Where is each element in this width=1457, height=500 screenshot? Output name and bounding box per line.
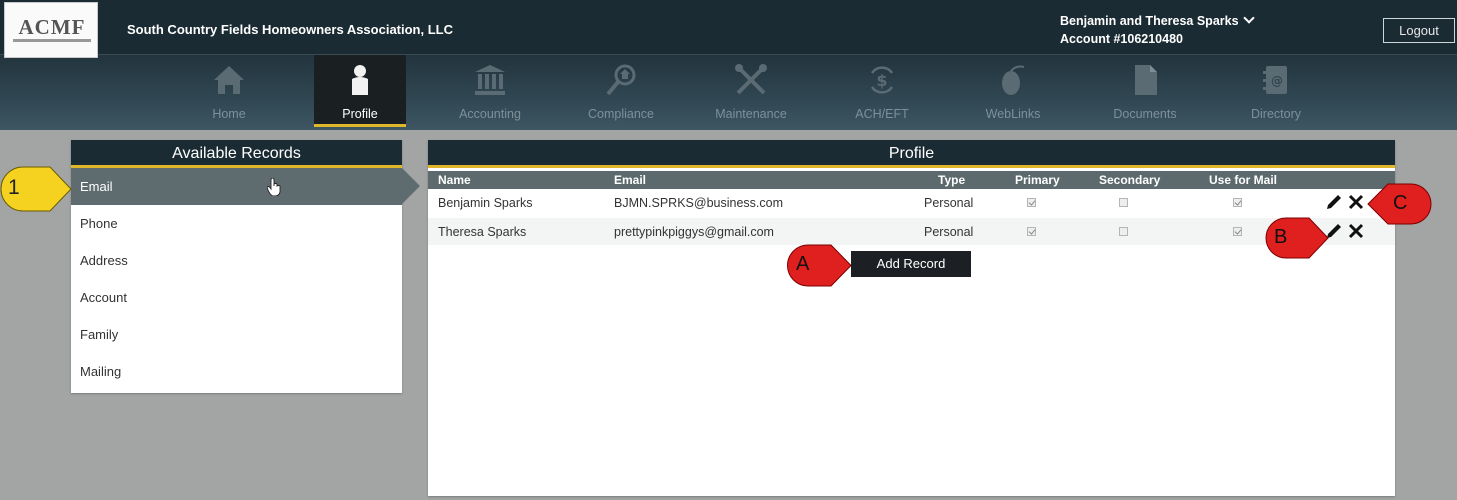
col-use-for-mail: Use for Mail	[1209, 173, 1278, 187]
secondary-checkbox[interactable]	[1119, 227, 1128, 236]
nav-weblinks[interactable]: WebLinks	[967, 55, 1059, 127]
available-records-panel: Available Records Email Phone Address Ac…	[71, 140, 420, 393]
document-icon	[1135, 65, 1157, 95]
nav-directory-label: Directory	[1250, 107, 1301, 121]
nav-profile[interactable]: Profile	[314, 55, 406, 127]
table-row: Benjamin Sparks BJMN.SPRKS@business.com …	[428, 189, 1395, 216]
record-item-label: Email	[80, 179, 113, 194]
mouse-icon	[1002, 65, 1025, 95]
callout-c-label: C	[1393, 192, 1408, 214]
main-nav: Home Profile Accounting Compliance Maint…	[0, 54, 1457, 130]
row-type: Personal	[924, 196, 974, 210]
company-logo[interactable]: ACMF	[4, 2, 98, 58]
col-name: Name	[438, 173, 471, 187]
bank-icon	[475, 65, 505, 95]
grid-header: Name Email Type Primary Secondary Use fo…	[428, 171, 1395, 189]
logout-button[interactable]: Logout	[1383, 18, 1455, 43]
col-primary: Primary	[1015, 173, 1060, 187]
primary-checkbox[interactable]	[1027, 227, 1036, 236]
address-book-icon: @	[1263, 66, 1287, 94]
dollar-cycle-icon: $	[870, 66, 894, 94]
nav-home-label: Home	[212, 107, 246, 121]
nav-ach-eft-label: ACH/EFT	[855, 107, 909, 121]
record-item-mailing[interactable]: Mailing	[71, 353, 402, 390]
callout-1-label: 1	[8, 176, 20, 199]
col-secondary: Secondary	[1099, 173, 1161, 187]
nav-documents-label: Documents	[1113, 107, 1177, 121]
nav-compliance-label: Compliance	[587, 107, 654, 121]
row-name: Theresa Sparks	[438, 225, 527, 239]
record-item-email[interactable]: Email	[71, 168, 420, 205]
nav-compliance[interactable]: Compliance	[575, 55, 667, 127]
svg-text:$: $	[876, 71, 887, 90]
nav-documents[interactable]: Documents	[1099, 55, 1191, 127]
delete-x-icon[interactable]	[1347, 222, 1365, 240]
edit-pencil-icon[interactable]	[1325, 193, 1343, 211]
logo-underline	[13, 39, 91, 42]
secondary-checkbox[interactable]	[1119, 198, 1128, 207]
table-row: Theresa Sparks prettypinkpiggys@gmail.co…	[428, 218, 1395, 245]
org-name: South Country Fields Homeowners Associat…	[127, 22, 453, 37]
nav-ach-eft[interactable]: $ ACH/EFT	[836, 55, 928, 127]
add-record-button[interactable]: Add Record	[851, 251, 971, 277]
nav-profile-label: Profile	[342, 107, 378, 121]
nav-weblinks-label: WebLinks	[985, 107, 1041, 121]
account-number: Account #106210480	[1060, 32, 1183, 46]
delete-x-icon[interactable]	[1347, 193, 1365, 211]
profile-title: Profile	[428, 140, 1395, 168]
nav-maintenance-label: Maintenance	[715, 107, 787, 121]
house-icon	[214, 66, 244, 94]
record-item-family[interactable]: Family	[71, 316, 402, 353]
record-item-account[interactable]: Account	[71, 279, 402, 316]
nav-directory[interactable]: @ Directory	[1230, 55, 1322, 127]
callout-b-label: B	[1274, 226, 1288, 248]
user-name: Benjamin and Theresa Sparks	[1060, 14, 1239, 28]
top-bar: South Country Fields Homeowners Associat…	[0, 0, 1457, 54]
use-for-mail-checkbox[interactable]	[1233, 198, 1242, 207]
person-icon	[352, 65, 368, 95]
nav-maintenance[interactable]: Maintenance	[705, 55, 797, 127]
row-type: Personal	[924, 225, 974, 239]
record-item-address[interactable]: Address	[71, 242, 402, 279]
row-name: Benjamin Sparks	[438, 196, 533, 210]
callout-a-label: A	[796, 253, 810, 275]
nav-accounting[interactable]: Accounting	[444, 55, 536, 127]
chevron-down-icon	[1242, 12, 1255, 24]
profile-panel: Profile Name Email Type Primary Secondar…	[428, 140, 1395, 496]
nav-accounting-label: Accounting	[459, 107, 521, 121]
available-records-title: Available Records	[71, 140, 402, 168]
primary-checkbox[interactable]	[1027, 198, 1036, 207]
nav-home[interactable]: Home	[183, 55, 275, 127]
magnifier-house-icon	[606, 64, 636, 96]
svg-text:@: @	[1271, 74, 1283, 88]
hand-cursor-icon	[267, 178, 281, 196]
wrench-screwdriver-icon	[735, 64, 767, 95]
record-item-phone[interactable]: Phone	[71, 205, 402, 242]
use-for-mail-checkbox[interactable]	[1233, 227, 1242, 236]
row-email: prettypinkpiggys@gmail.com	[614, 225, 774, 239]
col-email: Email	[614, 173, 647, 187]
logo-text: ACMF	[18, 15, 86, 39]
col-type: Type	[938, 173, 966, 187]
row-email: BJMN.SPRKS@business.com	[614, 196, 783, 210]
user-menu[interactable]: Benjamin and Theresa Sparks Account #106…	[1060, 12, 1255, 48]
